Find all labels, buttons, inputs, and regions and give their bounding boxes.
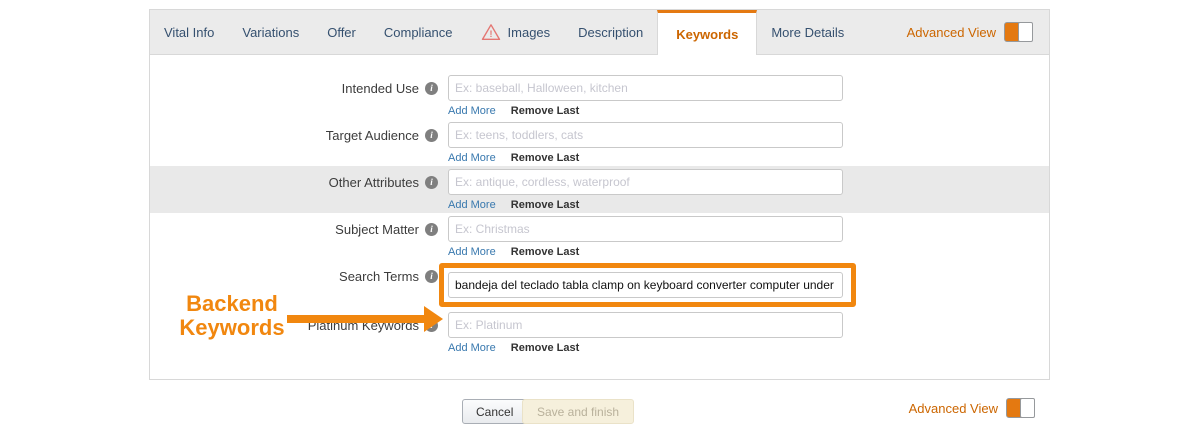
intended-use-input[interactable]: [448, 75, 843, 101]
field-label: Target Audience: [326, 128, 419, 143]
toggle-knob: [1020, 398, 1035, 418]
field-label-group: Target Audience i: [150, 122, 438, 148]
remove-last-link[interactable]: Remove Last: [511, 152, 579, 164]
info-icon[interactable]: i: [425, 129, 438, 142]
tab-variations[interactable]: Variations: [228, 10, 313, 54]
field-label-group: Intended Use i: [150, 75, 438, 101]
add-more-link[interactable]: Add More: [448, 199, 496, 211]
warning-triangle-icon: !: [481, 23, 501, 41]
tab-images-label: Images: [508, 25, 551, 40]
advanced-view-label-bottom: Advanced View: [909, 401, 998, 416]
page: Vital Info Variations Offer Compliance !…: [0, 0, 1200, 434]
remove-last-link[interactable]: Remove Last: [511, 246, 579, 258]
other-attributes-input[interactable]: [448, 169, 843, 195]
info-icon[interactable]: i: [425, 270, 438, 283]
remove-last-link[interactable]: Remove Last: [511, 105, 579, 117]
tab-images[interactable]: ! Images: [467, 10, 565, 54]
annotation-line2: Keywords: [163, 316, 301, 340]
cancel-button[interactable]: Cancel: [462, 399, 527, 424]
tab-compliance[interactable]: Compliance: [370, 10, 467, 54]
field-label: Intended Use: [342, 81, 419, 96]
backend-keywords-annotation: Backend Keywords: [163, 292, 301, 340]
add-more-link[interactable]: Add More: [448, 342, 496, 354]
field-label: Subject Matter: [335, 222, 419, 237]
toggle-knob: [1018, 22, 1033, 42]
advanced-view-label-top: Advanced View: [907, 25, 996, 40]
advanced-view-toggle-bottom[interactable]: [1006, 398, 1035, 418]
field-label: Other Attributes: [329, 175, 419, 190]
add-more-link[interactable]: Add More: [448, 246, 496, 258]
search-terms-highlight-box: [439, 263, 856, 307]
svg-text:!: !: [489, 29, 492, 39]
form-row-target-audience: Target Audience i Add More Remove Last: [150, 119, 1049, 166]
annotation-line1: Backend: [163, 292, 301, 316]
field-label-group: Subject Matter i: [150, 216, 438, 242]
tab-more-details[interactable]: More Details: [757, 10, 858, 54]
form-row-subject-matter: Subject Matter i Add More Remove Last: [150, 213, 1049, 260]
field-label-group: Search Terms i: [150, 263, 438, 289]
field-label: Search Terms: [339, 269, 419, 284]
subject-matter-input[interactable]: [448, 216, 843, 242]
save-and-finish-button[interactable]: Save and finish: [522, 399, 634, 424]
field-label-group: Other Attributes i: [150, 169, 438, 195]
info-icon[interactable]: i: [425, 223, 438, 236]
advanced-view-control-top: Advanced View: [907, 10, 1049, 54]
form-row-intended-use: Intended Use i Add More Remove Last: [150, 72, 1049, 119]
add-more-link[interactable]: Add More: [448, 105, 496, 117]
tab-offer[interactable]: Offer: [313, 10, 370, 54]
remove-last-link[interactable]: Remove Last: [511, 342, 579, 354]
advanced-view-toggle-top[interactable]: [1004, 22, 1033, 42]
add-more-link[interactable]: Add More: [448, 152, 496, 164]
tab-keywords[interactable]: Keywords: [657, 10, 757, 55]
search-terms-input[interactable]: [448, 272, 843, 298]
annotation-arrow-shaft: [287, 315, 425, 323]
platinum-keywords-input[interactable]: [448, 312, 843, 338]
advanced-view-control-bottom: Advanced View: [909, 398, 1035, 418]
tab-vital-info[interactable]: Vital Info: [150, 10, 228, 54]
annotation-arrow-head: [424, 306, 443, 332]
info-icon[interactable]: i: [425, 176, 438, 189]
remove-last-link[interactable]: Remove Last: [511, 199, 579, 211]
tab-bar: Vital Info Variations Offer Compliance !…: [150, 10, 1049, 55]
tab-description[interactable]: Description: [564, 10, 657, 54]
form-row-other-attributes: Other Attributes i Add More Remove Last: [150, 166, 1049, 213]
target-audience-input[interactable]: [448, 122, 843, 148]
info-icon[interactable]: i: [425, 82, 438, 95]
